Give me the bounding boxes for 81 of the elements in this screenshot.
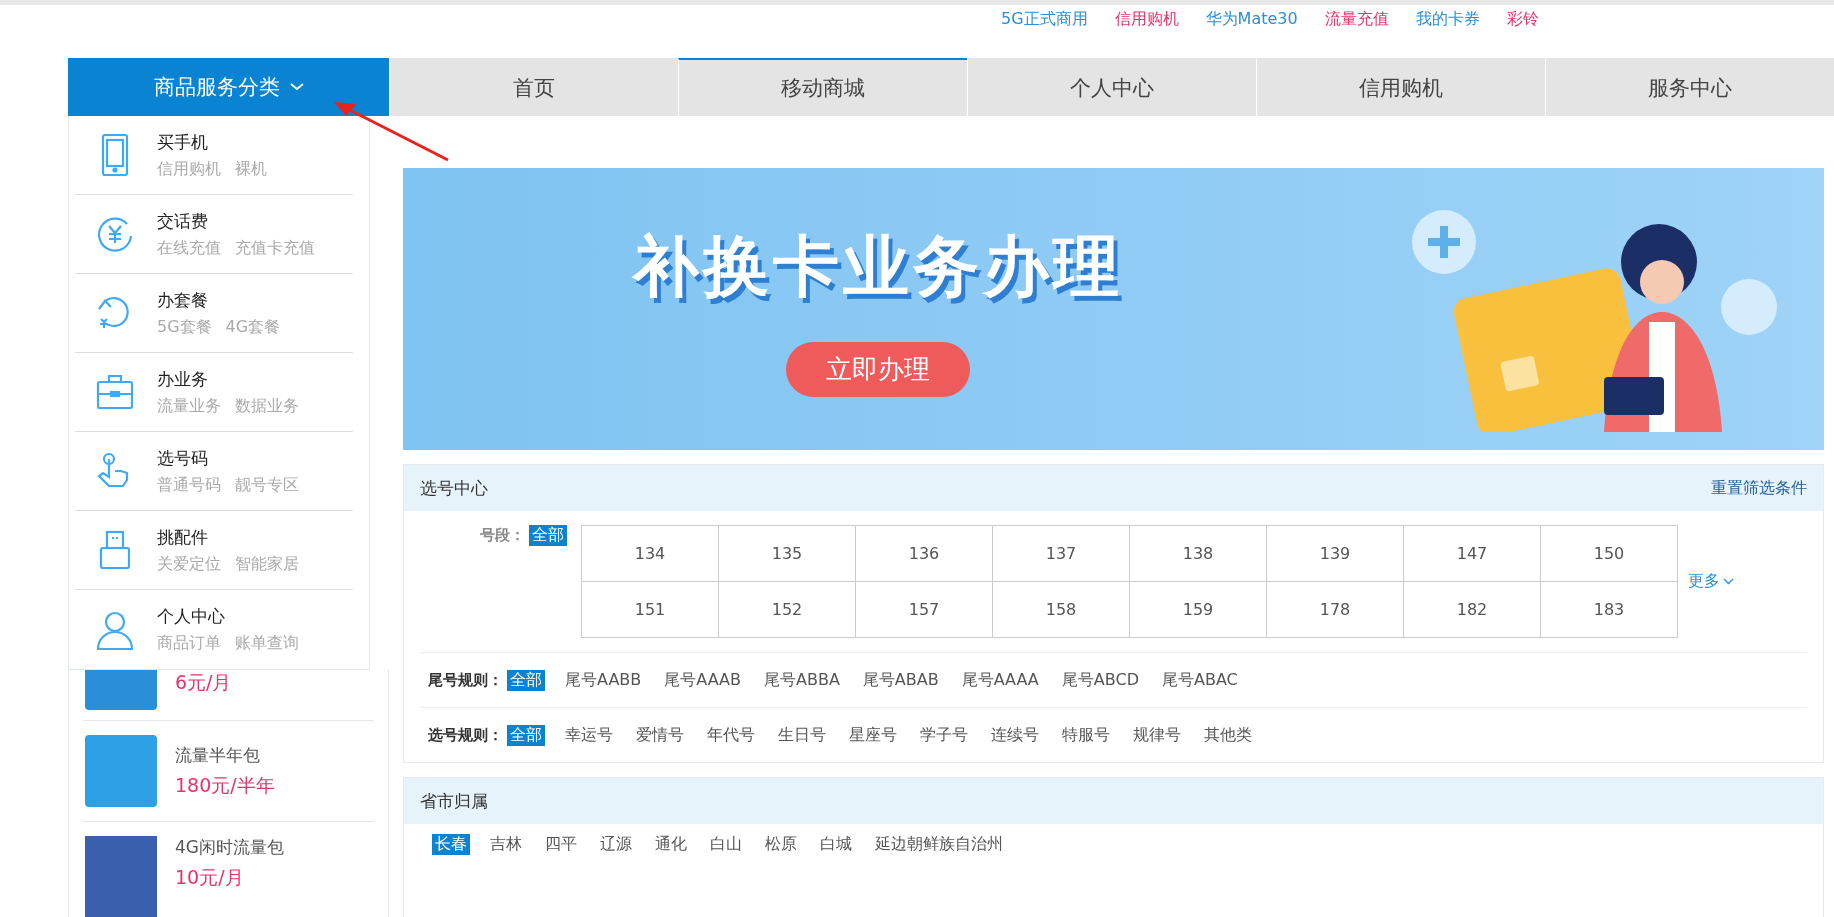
product-name[interactable]: 流量半年包 — [175, 743, 275, 767]
filter-label: 号段： — [480, 526, 525, 545]
filter-option[interactable]: 星座号 — [846, 724, 900, 746]
number-prefix-cell[interactable]: 138 — [1130, 526, 1267, 582]
filter-option[interactable]: 尾号ABBA — [761, 669, 843, 691]
category-menu-button[interactable]: 商品服务分类 — [68, 58, 389, 116]
category-link[interactable]: 交话费 — [157, 209, 315, 233]
product-price: 10元/月 — [175, 865, 245, 890]
nav-tab[interactable]: 服务中心 — [1545, 58, 1834, 116]
section-title: 省市归属 — [420, 789, 488, 813]
top-link[interactable]: 我的卡券 — [1415, 9, 1480, 30]
city-option[interactable]: 吉林 — [487, 834, 525, 855]
chevron-down-icon — [289, 83, 304, 91]
number-prefix-cell[interactable]: 183 — [1541, 582, 1678, 638]
filter-option[interactable]: 连续号 — [988, 724, 1042, 746]
number-prefix-cell[interactable]: 150 — [1541, 526, 1678, 582]
city-option[interactable]: 通化 — [652, 834, 690, 855]
filter-option[interactable]: 其他类 — [1201, 724, 1255, 746]
filter-option[interactable]: 幸运号 — [562, 724, 616, 746]
filter-option[interactable]: 全部 — [507, 669, 545, 691]
category-link[interactable]: 买手机 — [157, 130, 267, 154]
filter-option[interactable]: 爱情号 — [633, 724, 687, 746]
number-prefix-cell[interactable]: 152 — [719, 582, 856, 638]
city-option[interactable]: 松原 — [762, 834, 800, 855]
banner-title: 补换卡业务办理 — [633, 226, 1123, 307]
number-prefix-cell[interactable]: 134 — [582, 526, 719, 582]
nav-tab[interactable]: 移动商城 — [678, 58, 967, 116]
number-prefix-cell[interactable]: 158 — [993, 582, 1130, 638]
filter-option[interactable]: 生日号 — [775, 724, 829, 746]
category-link[interactable]: 挑配件 — [157, 525, 299, 549]
number-prefix-cell[interactable]: 159 — [1130, 582, 1267, 638]
filter-option[interactable]: 尾号ABAC — [1158, 669, 1241, 691]
top-link[interactable]: 信用购机 — [1114, 9, 1179, 30]
city-option[interactable]: 白山 — [707, 834, 745, 855]
top-link[interactable]: 彩铃 — [1506, 9, 1539, 30]
top-link[interactable]: 5G正式商用 — [1001, 9, 1088, 30]
city-option[interactable]: 长春 — [432, 834, 470, 855]
number-prefix-cell[interactable]: 151 — [582, 582, 719, 638]
number-prefix-cell[interactable]: 137 — [993, 526, 1130, 582]
section-title: 选号中心 — [420, 476, 488, 500]
filter-option[interactable]: 尾号AAAB — [661, 669, 744, 691]
category-link[interactable]: 选号码 — [157, 446, 299, 470]
filter-option[interactable]: 尾号AAAA — [958, 669, 1042, 691]
city-option[interactable]: 四平 — [542, 834, 580, 855]
city-option[interactable]: 辽源 — [597, 834, 635, 855]
number-prefix-cell[interactable]: 147 — [1404, 526, 1541, 582]
product-price: 6元/月 — [175, 670, 232, 695]
top-link[interactable]: 流量充值 — [1324, 9, 1389, 30]
number-prefix-cell[interactable]: 182 — [1404, 582, 1541, 638]
filter-label: 尾号规则： — [428, 670, 503, 690]
number-prefix-cell[interactable]: 135 — [719, 526, 856, 582]
nav-tab[interactable]: 个人中心 — [967, 58, 1256, 116]
chevron-down-icon — [1723, 578, 1734, 585]
nav-tab[interactable]: 首页 — [389, 58, 678, 116]
filter-option[interactable]: 规律号 — [1130, 724, 1184, 746]
category-link[interactable]: 办套餐 — [157, 288, 281, 312]
filter-option[interactable]: 尾号AABB — [562, 669, 645, 691]
filter-option[interactable]: 学子号 — [917, 724, 971, 746]
product-price: 180元/半年 — [175, 772, 275, 798]
reset-filters-link[interactable]: 重置筛选条件 — [1711, 477, 1807, 499]
product-name[interactable]: 4G闲时流量包 — [175, 836, 284, 859]
filter-option[interactable]: 尾号ABCD — [1058, 669, 1142, 691]
number-prefix-cell[interactable]: 139 — [1267, 526, 1404, 582]
number-prefix-cell[interactable]: 136 — [856, 526, 993, 582]
filter-option[interactable]: 特服号 — [1059, 724, 1113, 746]
more-link[interactable]: 更多 — [1688, 571, 1734, 592]
filter-option[interactable]: 全部 — [507, 724, 545, 746]
category-link[interactable]: 办业务 — [157, 367, 299, 391]
filter-option[interactable]: 尾号ABAB — [859, 669, 942, 691]
number-prefix-cell[interactable]: 157 — [856, 582, 993, 638]
filter-option[interactable]: 年代号 — [704, 724, 758, 746]
product-image — [85, 735, 157, 807]
top-link[interactable]: 华为Mate30 — [1205, 9, 1298, 30]
category-link[interactable]: 个人中心 — [157, 605, 299, 628]
product-image — [85, 670, 157, 710]
city-option[interactable]: 延边朝鲜族自治州 — [872, 834, 1006, 855]
nav-tab[interactable]: 信用购机 — [1256, 58, 1545, 116]
city-option[interactable]: 白城 — [817, 834, 855, 855]
filter-option[interactable]: 全部 — [529, 525, 567, 546]
filter-label: 选号规则： — [428, 725, 503, 745]
number-prefix-cell[interactable]: 178 — [1267, 582, 1404, 638]
